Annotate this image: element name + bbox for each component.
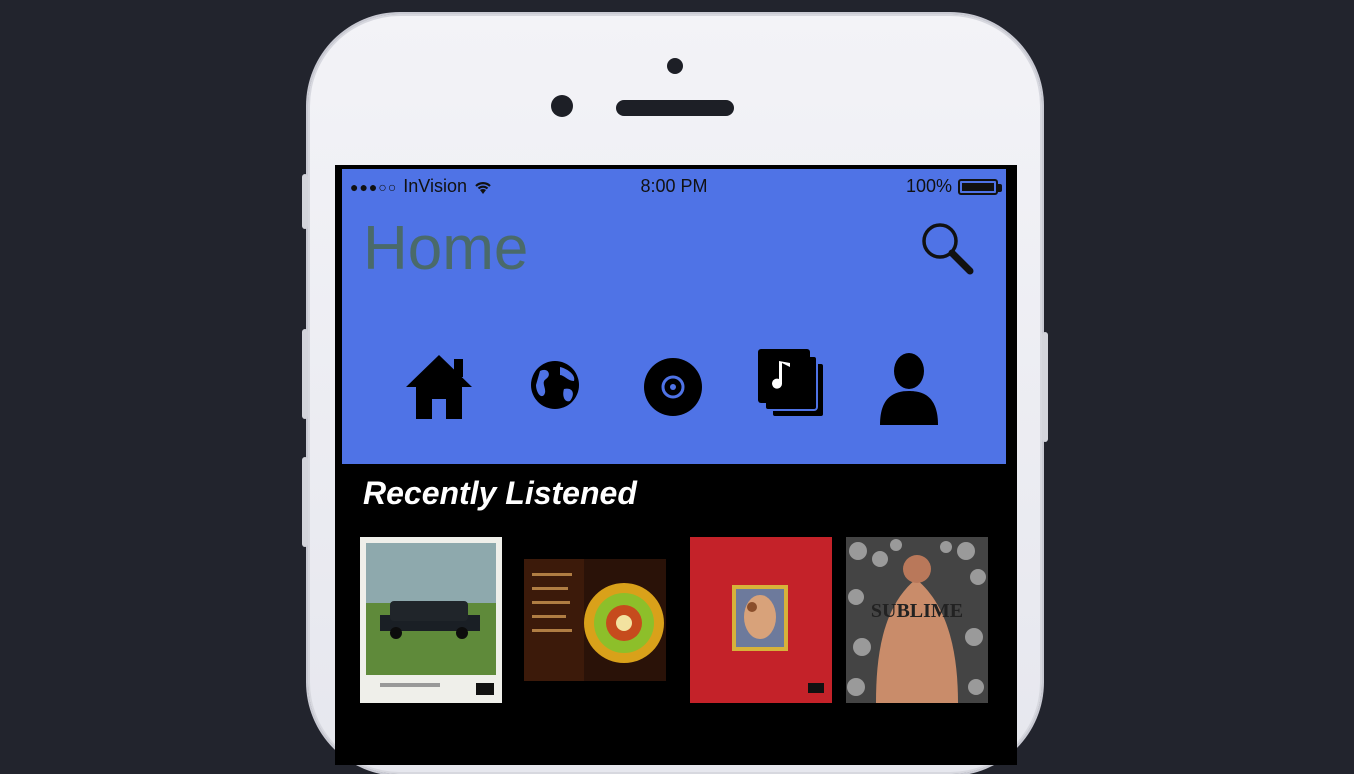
front-camera	[551, 95, 573, 117]
side-button-volume-up	[302, 329, 308, 419]
section-title: Recently Listened	[363, 475, 637, 511]
battery-percent: 100%	[905, 176, 952, 196]
status-bar: ●●●○○ InVision 8:00 PM 100%	[342, 169, 1006, 203]
battery-icon	[958, 178, 1002, 195]
page-title: Home	[363, 214, 529, 283]
side-button-power	[1042, 332, 1048, 442]
album-cover-tattoo-back[interactable]: SUBLIME	[846, 537, 988, 703]
proximity-sensor	[667, 58, 683, 74]
globe-icon[interactable]	[518, 345, 592, 425]
music-library-icon[interactable]	[754, 345, 828, 425]
album-cover-red-painting[interactable]	[690, 537, 832, 703]
home-icon[interactable]	[402, 345, 476, 425]
album-cover-psychedelic-dark[interactable]	[524, 537, 666, 703]
side-button-volume-down	[302, 457, 308, 547]
app-header: ●●●○○ InVision 8:00 PM 100% Home	[342, 169, 1006, 464]
side-button-mute	[302, 174, 308, 229]
earpiece-speaker	[616, 100, 734, 116]
phone-screen: ●●●○○ InVision 8:00 PM 100% Home Recentl…	[335, 165, 1017, 765]
album-cover-text: SUBLIME	[871, 600, 963, 622]
album-cover-van-field[interactable]	[360, 537, 502, 703]
disc-icon[interactable]	[636, 345, 710, 425]
profile-icon[interactable]	[872, 345, 946, 425]
recently-listened-list: SUBLIME	[360, 537, 990, 703]
search-icon[interactable]	[918, 219, 974, 275]
main-nav	[342, 345, 1006, 435]
